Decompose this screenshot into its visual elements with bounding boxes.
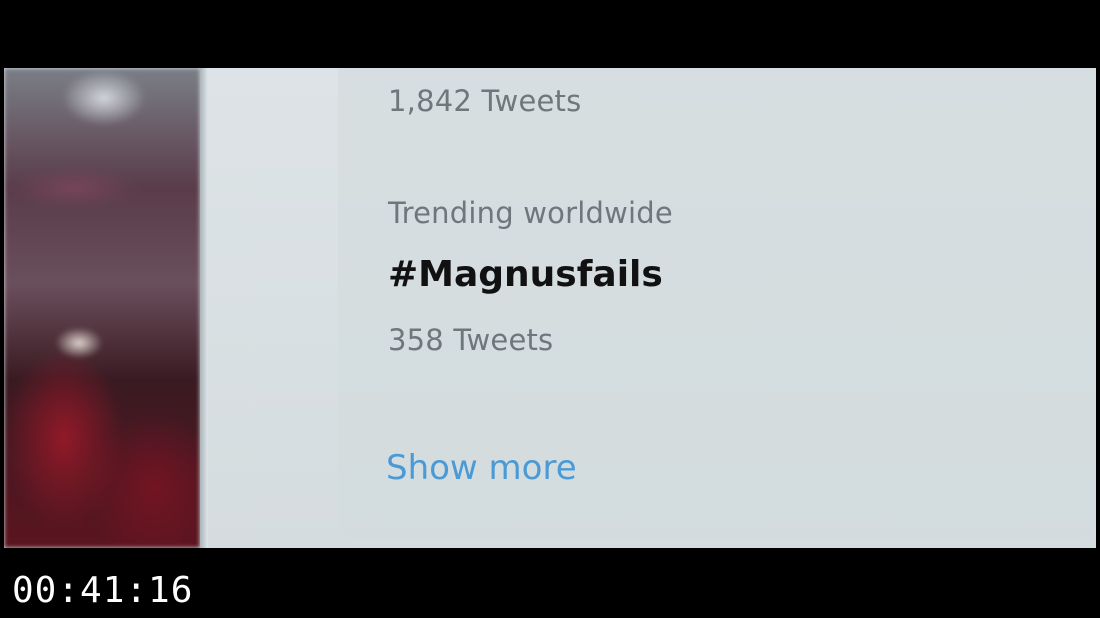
trends-panel: 1,842 Tweets Trending worldwide #Magnusf… — [338, 68, 1096, 538]
trend-tweet-count: 358 Tweets — [388, 323, 554, 357]
video-content: 1,842 Tweets Trending worldwide #Magnusf… — [4, 68, 1096, 548]
trend-context: Trending worldwide — [388, 196, 673, 230]
trend-hashtag[interactable]: #Magnusfails — [388, 254, 663, 295]
twitter-trends-screen: 1,842 Tweets Trending worldwide #Magnusf… — [208, 68, 1096, 548]
show-more-link[interactable]: Show more — [386, 448, 577, 488]
blurred-photo — [4, 68, 200, 548]
video-frame: 1,842 Tweets Trending worldwide #Magnusf… — [0, 0, 1100, 618]
panel-divider — [200, 68, 208, 548]
video-timestamp: 00:41:16 — [12, 570, 194, 611]
previous-trend-tweet-count: 1,842 Tweets — [388, 84, 582, 118]
